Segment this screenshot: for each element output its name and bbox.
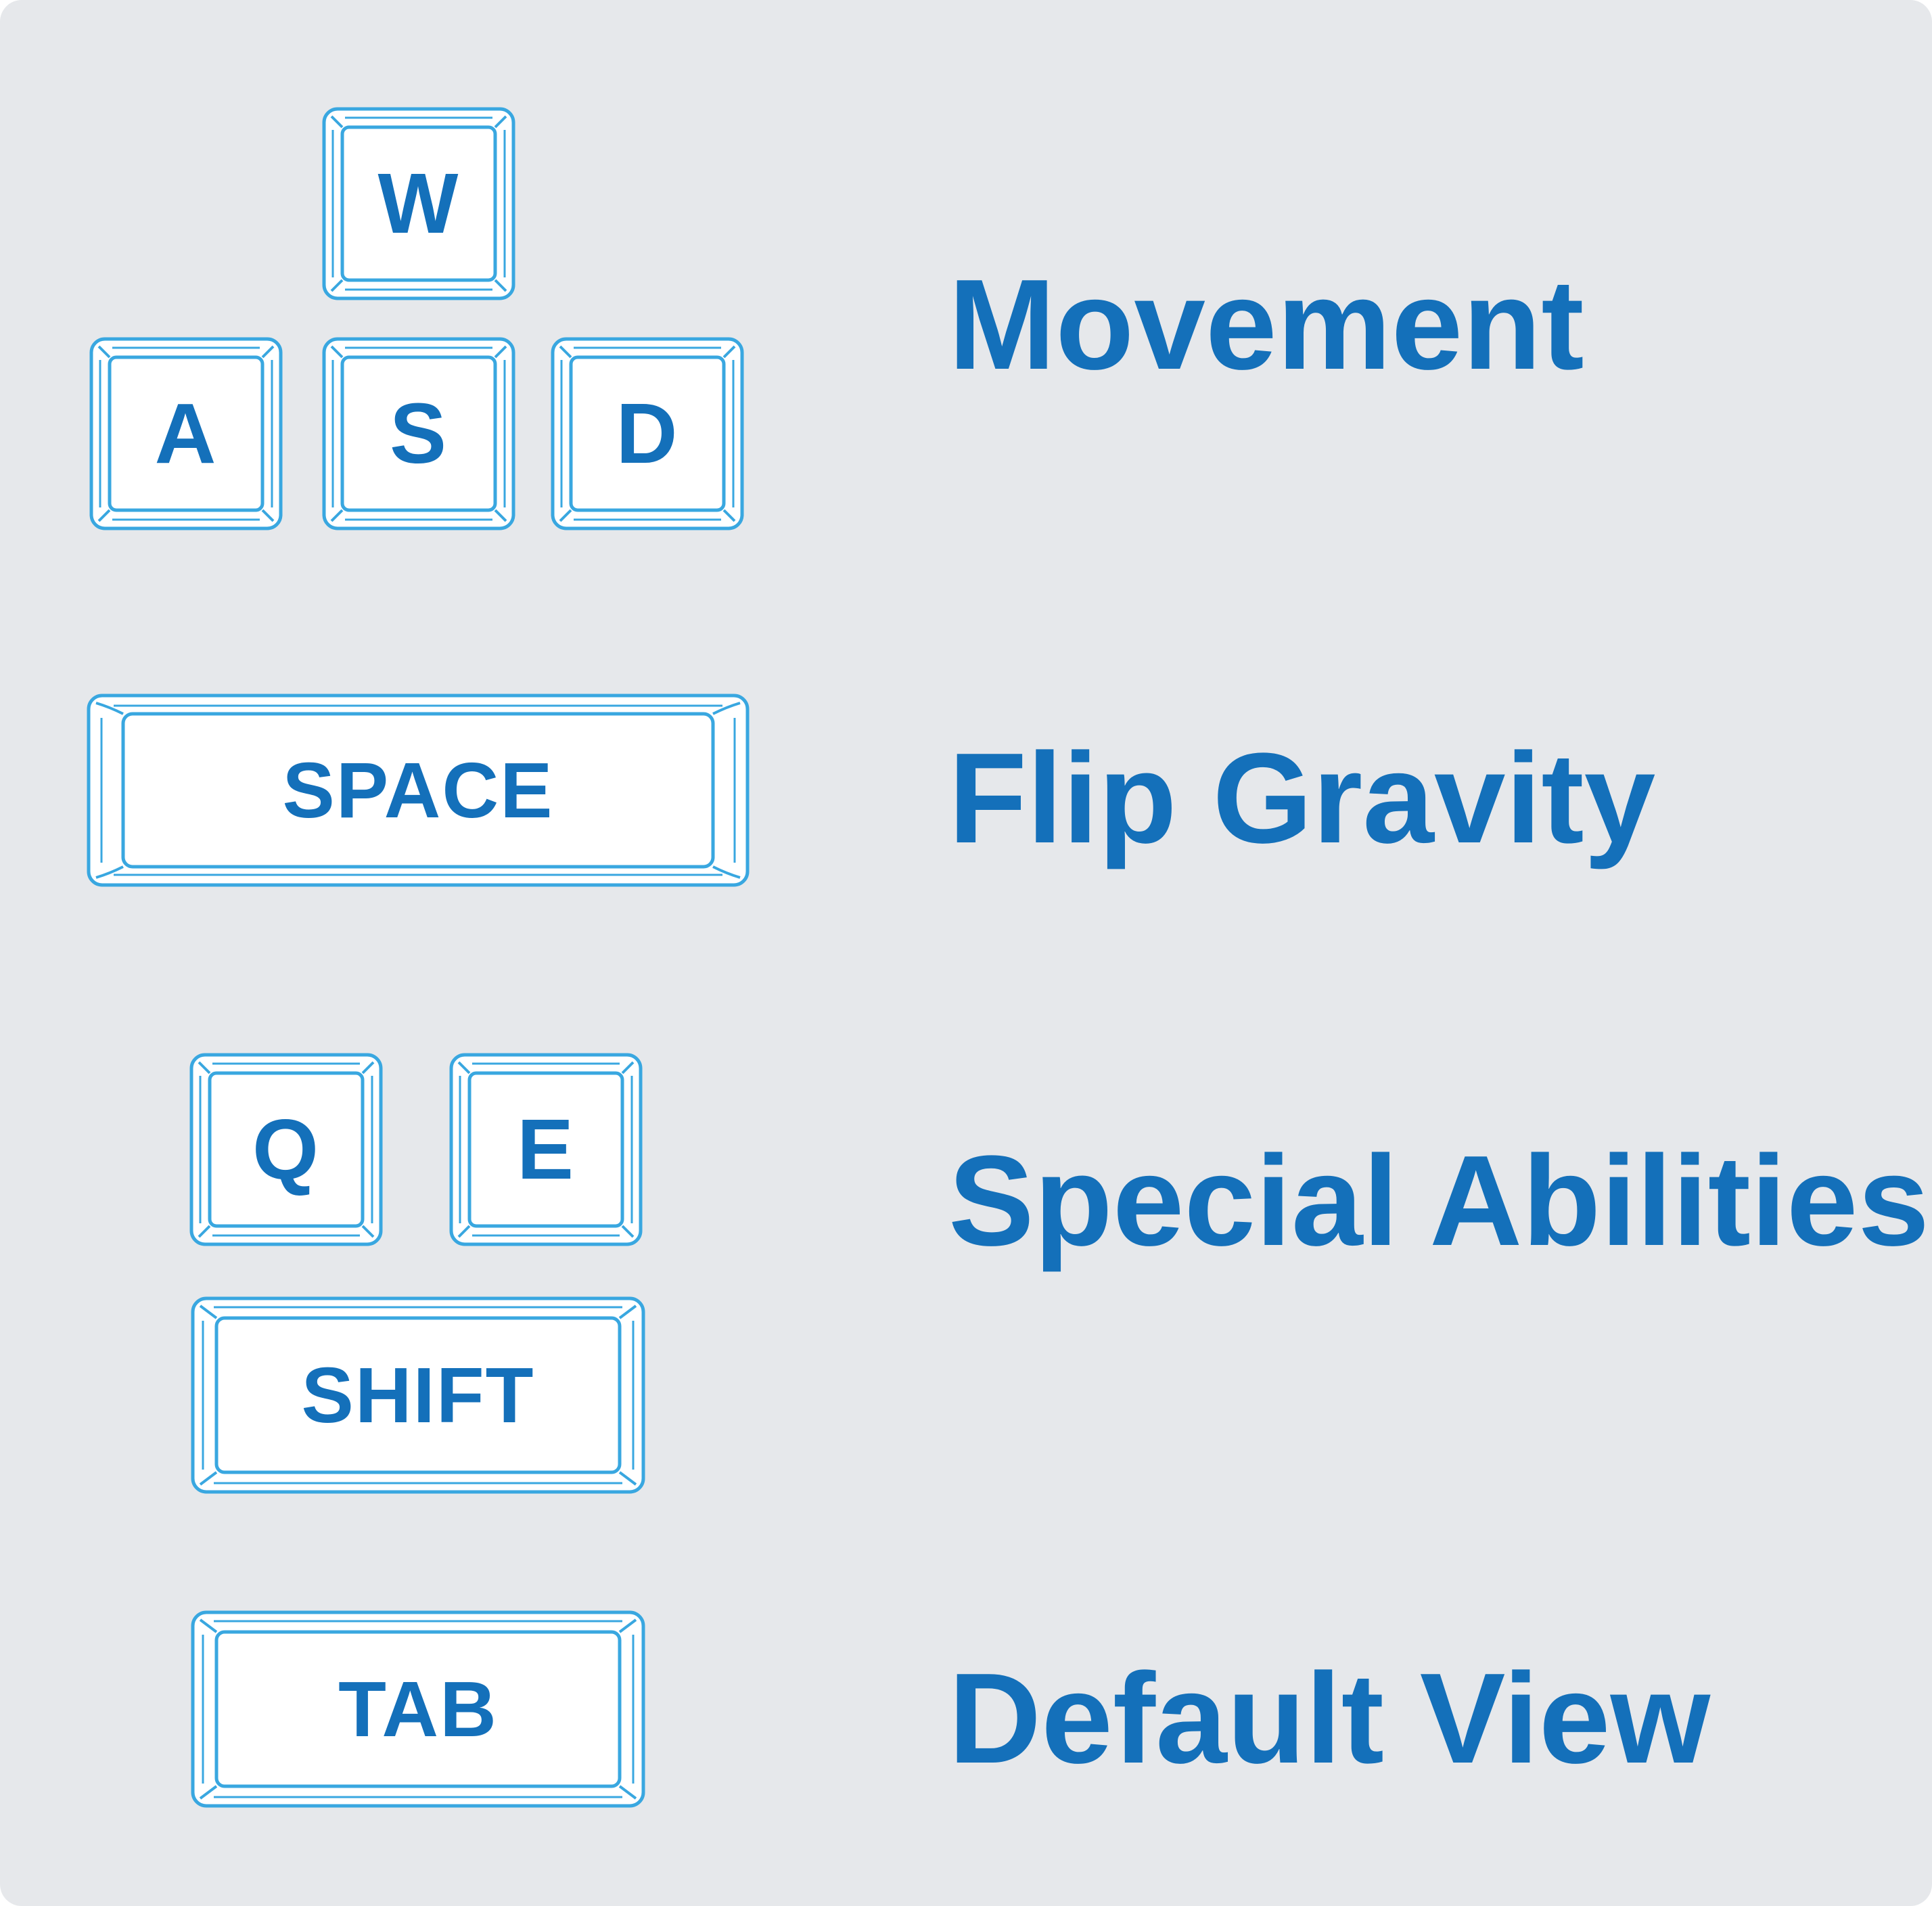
key-d: D xyxy=(551,337,744,530)
key-label: D xyxy=(616,386,679,481)
key-label: TAB xyxy=(338,1665,498,1753)
key-space: SPACE xyxy=(87,694,750,887)
action-movement: Movement xyxy=(948,253,1584,396)
key-a: A xyxy=(89,337,283,530)
controls-panel: W A S D Movement SPACE Flip Gravity Q E … xyxy=(0,0,1932,1906)
key-tab: TAB xyxy=(191,1610,645,1808)
key-label: SHIFT xyxy=(301,1351,535,1439)
key-e: E xyxy=(449,1053,643,1246)
key-label: S xyxy=(389,386,448,481)
key-label: SPACE xyxy=(282,746,554,834)
action-special-abilities: Special Abilities xyxy=(948,1129,1930,1273)
key-label: E xyxy=(516,1102,576,1197)
key-shift: SHIFT xyxy=(191,1296,645,1494)
action-flip-gravity: Flip Gravity xyxy=(948,727,1656,870)
key-label: A xyxy=(154,386,218,481)
key-label: Q xyxy=(252,1102,320,1197)
key-w: W xyxy=(322,107,515,300)
key-s: S xyxy=(322,337,515,530)
key-label: W xyxy=(377,156,460,251)
key-q: Q xyxy=(189,1053,383,1246)
action-default-view: Default View xyxy=(948,1647,1711,1790)
